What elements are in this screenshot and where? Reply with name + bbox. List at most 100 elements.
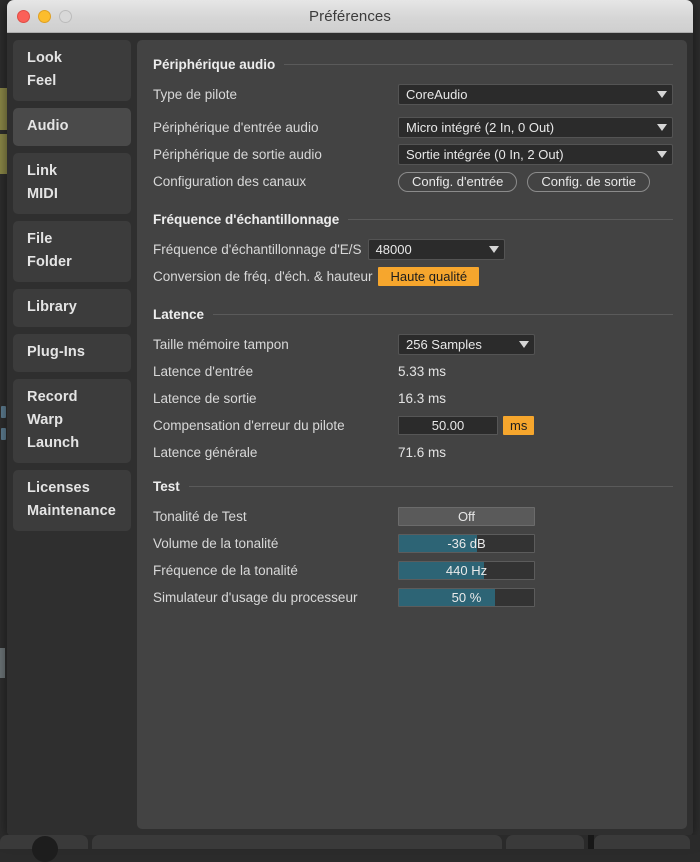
output-device-dropdown[interactable]: Sortie intégrée (0 In, 2 Out) [398, 144, 673, 165]
sidebar-item-maintenance[interactable]: Maintenance [13, 500, 131, 523]
test-tone-toggle[interactable]: Off [398, 507, 535, 526]
buffer-size-label: Taille mémoire tampon [153, 337, 398, 352]
sidebar-group-look-feel[interactable]: Look Feel [13, 40, 131, 101]
minimize-icon[interactable] [38, 10, 51, 23]
sidebar-item-record[interactable]: Record [13, 386, 131, 409]
driver-error-compensation-input[interactable]: 50.00 [398, 416, 498, 435]
sample-rate-conversion-toggle[interactable]: Haute qualité [378, 267, 479, 286]
sidebar-group-plugins[interactable]: Plug-Ins [13, 334, 131, 372]
dock-item[interactable] [594, 835, 690, 849]
sample-rate-conversion-label: Conversion de fréq. d'éch. & hauteur [153, 269, 378, 284]
buffer-size-value: 256 Samples [406, 337, 509, 352]
row-input-device: Périphérique d'entrée audio Micro intégr… [153, 114, 673, 141]
tone-volume-value: -36 dB [399, 535, 534, 552]
chevron-down-icon [657, 91, 667, 98]
dock-item[interactable] [92, 835, 502, 849]
zoom-icon[interactable] [59, 10, 72, 23]
background-window-mark [0, 648, 5, 678]
background-window-mark [1, 428, 6, 440]
input-config-button[interactable]: Config. d'entrée [398, 172, 517, 192]
input-latency-label: Latence d'entrée [153, 364, 398, 379]
section-title: Fréquence d'échantillonnage [153, 212, 339, 227]
sidebar-item-link[interactable]: Link [13, 160, 131, 183]
chevron-down-icon [657, 151, 667, 158]
section-title: Test [153, 479, 180, 494]
test-tone-label: Tonalité de Test [153, 509, 398, 524]
driver-error-unit-toggle[interactable]: ms [503, 416, 534, 435]
sidebar-item-launch[interactable]: Launch [13, 432, 131, 455]
row-tone-frequency: Fréquence de la tonalité 440 Hz [153, 557, 673, 584]
system-dock[interactable] [0, 835, 700, 849]
row-test-tone: Tonalité de Test Off [153, 503, 673, 530]
background-window-sliver [0, 88, 7, 130]
audio-preferences-panel: Périphérique audio Type de pilote CoreAu… [137, 40, 687, 829]
row-output-device: Périphérique de sortie audio Sortie inté… [153, 141, 673, 168]
tone-frequency-value: 440 Hz [399, 562, 534, 579]
output-device-label: Périphérique de sortie audio [153, 147, 398, 162]
sidebar-item-licenses[interactable]: Licenses [13, 477, 131, 500]
cpu-usage-simulator-label: Simulateur d'usage du processeur [153, 590, 398, 605]
row-input-latency: Latence d'entrée 5.33 ms [153, 358, 673, 385]
row-tone-volume: Volume de la tonalité -36 dB [153, 530, 673, 557]
sidebar-group-licenses-maintenance[interactable]: Licenses Maintenance [13, 470, 131, 531]
sidebar-group-record-warp-launch[interactable]: Record Warp Launch [13, 379, 131, 463]
sidebar-item-look[interactable]: Look [13, 47, 131, 70]
traffic-lights [7, 10, 72, 23]
io-sample-rate-label: Fréquence d'échantillonnage d'E/S [153, 242, 368, 257]
cpu-usage-value: 50 % [399, 589, 534, 606]
buffer-size-dropdown[interactable]: 256 Samples [398, 334, 535, 355]
tone-frequency-label: Fréquence de la tonalité [153, 563, 398, 578]
dock-item[interactable] [0, 835, 88, 849]
preferences-sidebar: Look Feel Audio Link MIDI File Folder Li… [13, 40, 131, 829]
sidebar-item-file[interactable]: File [13, 228, 131, 251]
channel-config-label: Configuration des canaux [153, 174, 398, 189]
io-sample-rate-dropdown[interactable]: 48000 [368, 239, 505, 260]
io-sample-rate-value: 48000 [376, 242, 479, 257]
section-divider [213, 314, 673, 315]
tone-frequency-slider[interactable]: 440 Hz [398, 561, 535, 580]
section-divider [189, 486, 673, 487]
section-divider [284, 64, 673, 65]
section-header-latency: Latence [153, 307, 673, 322]
section-title: Latence [153, 307, 204, 322]
chevron-down-icon [519, 341, 529, 348]
sidebar-item-warp[interactable]: Warp [13, 409, 131, 432]
background-window-mark [1, 406, 6, 418]
overall-latency-value: 71.6 ms [398, 445, 446, 460]
sidebar-item-plug-ins[interactable]: Plug-Ins [13, 341, 131, 364]
sidebar-item-midi[interactable]: MIDI [13, 183, 131, 206]
chevron-down-icon [657, 124, 667, 131]
close-icon[interactable] [17, 10, 30, 23]
driver-type-dropdown[interactable]: CoreAudio [398, 84, 673, 105]
section-divider [348, 219, 673, 220]
section-header-test: Test [153, 479, 673, 494]
background-window-sliver [0, 134, 7, 174]
row-channel-config: Configuration des canaux Config. d'entré… [153, 168, 673, 195]
cpu-usage-simulator-slider[interactable]: 50 % [398, 588, 535, 607]
chevron-down-icon [489, 246, 499, 253]
window-titlebar[interactable]: Préférences [7, 0, 693, 33]
driver-error-compensation-label: Compensation d'erreur du pilote [153, 418, 398, 433]
output-device-value: Sortie intégrée (0 In, 2 Out) [406, 147, 647, 162]
output-latency-value: 16.3 ms [398, 391, 446, 406]
driver-type-value: CoreAudio [406, 87, 647, 102]
sidebar-group-link-midi[interactable]: Link MIDI [13, 153, 131, 214]
sidebar-group-library[interactable]: Library [13, 289, 131, 327]
sidebar-group-file-folder[interactable]: File Folder [13, 221, 131, 282]
overall-latency-label: Latence générale [153, 445, 398, 460]
sidebar-group-audio[interactable]: Audio [13, 108, 131, 146]
tone-volume-slider[interactable]: -36 dB [398, 534, 535, 553]
window-title: Préférences [7, 8, 693, 25]
sidebar-item-feel[interactable]: Feel [13, 70, 131, 93]
input-device-dropdown[interactable]: Micro intégré (2 In, 0 Out) [398, 117, 673, 138]
tone-volume-label: Volume de la tonalité [153, 536, 398, 551]
window-body: Look Feel Audio Link MIDI File Folder Li… [7, 33, 693, 836]
input-device-value: Micro intégré (2 In, 0 Out) [406, 120, 647, 135]
sidebar-item-audio[interactable]: Audio [13, 115, 131, 138]
dock-item[interactable] [506, 835, 584, 849]
desktop-background: Préférences Look Feel Audio Link MIDI Fi… [0, 0, 700, 849]
sidebar-item-library[interactable]: Library [13, 296, 131, 319]
row-output-latency: Latence de sortie 16.3 ms [153, 385, 673, 412]
sidebar-item-folder[interactable]: Folder [13, 251, 131, 274]
output-config-button[interactable]: Config. de sortie [527, 172, 650, 192]
